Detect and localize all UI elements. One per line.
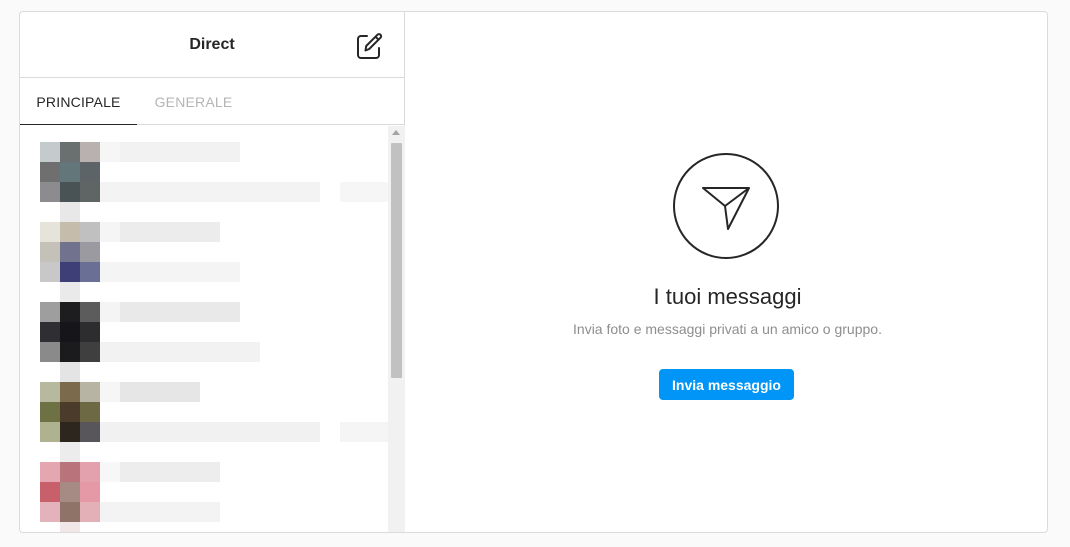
avatar-pixel xyxy=(60,362,80,382)
avatar-pixel xyxy=(40,322,60,342)
scroll-up-arrow-icon[interactable] xyxy=(392,130,400,135)
avatar-pixel xyxy=(80,262,100,282)
avatar-pixel xyxy=(80,242,100,262)
avatar-pixel xyxy=(80,322,100,342)
avatar xyxy=(40,222,100,282)
avatar-pixel xyxy=(40,342,60,362)
avatar xyxy=(40,142,100,202)
avatar-pixel xyxy=(60,502,80,522)
tab-generale[interactable]: GENERALE xyxy=(137,79,250,125)
avatar-pixel xyxy=(80,342,100,362)
conversation-item[interactable] xyxy=(20,222,388,302)
conversation-item[interactable] xyxy=(20,142,400,222)
avatar-pixel xyxy=(40,262,60,282)
avatar-pixel xyxy=(40,162,60,182)
edit-square-icon xyxy=(357,33,383,59)
redacted-name xyxy=(100,462,120,482)
avatar-pixel xyxy=(40,422,60,442)
redacted-preview xyxy=(100,262,240,282)
redacted-name xyxy=(120,462,220,482)
avatar-pixel xyxy=(60,222,80,242)
redacted-name xyxy=(120,382,200,402)
redacted-name xyxy=(100,142,120,162)
avatar-pixel xyxy=(80,162,100,182)
redacted-name xyxy=(100,302,120,322)
redacted-name xyxy=(100,222,120,242)
avatar-pixel xyxy=(60,422,80,442)
empty-state-title: I tuoi messaggi xyxy=(653,284,802,309)
avatar-pixel xyxy=(40,182,60,202)
avatar-pixel xyxy=(80,182,100,202)
avatar-pixel xyxy=(40,242,60,262)
redacted-name xyxy=(120,302,240,322)
avatar xyxy=(40,302,100,362)
avatar xyxy=(40,382,100,442)
avatar-pixel xyxy=(80,382,100,402)
avatar-pixel xyxy=(60,382,80,402)
scrollbar-thumb[interactable] xyxy=(391,143,402,378)
avatar-pixel xyxy=(60,162,80,182)
tab-principale[interactable]: PRINCIPALE xyxy=(20,79,137,125)
avatar xyxy=(40,462,100,522)
avatar-pixel xyxy=(40,462,60,482)
avatar-pixel xyxy=(60,482,80,502)
conversation-list xyxy=(20,126,405,532)
avatar-pixel xyxy=(60,182,80,202)
avatar-pixel xyxy=(60,522,80,532)
conversation-item[interactable] xyxy=(20,382,400,462)
conversation-panel: Direct PRINCIPALE GENERALE xyxy=(20,12,405,532)
new-message-button[interactable] xyxy=(354,31,384,61)
redacted-preview xyxy=(100,502,220,522)
avatar-pixel xyxy=(40,402,60,422)
message-panel: I tuoi messaggi Invia foto e messaggi pr… xyxy=(406,12,1047,532)
avatar-pixel xyxy=(60,402,80,422)
avatar-pixel xyxy=(80,502,100,522)
redacted-name xyxy=(120,222,220,242)
redacted-name xyxy=(120,142,240,162)
avatar-pixel xyxy=(60,462,80,482)
inbox-tabs: PRINCIPALE GENERALE xyxy=(20,79,404,125)
avatar-pixel xyxy=(40,222,60,242)
avatar-pixel xyxy=(80,222,100,242)
avatar-pixel xyxy=(60,242,80,262)
avatar-pixel xyxy=(60,302,80,322)
avatar-pixel xyxy=(40,142,60,162)
avatar-pixel xyxy=(40,382,60,402)
avatar-pixel xyxy=(60,342,80,362)
redacted-preview xyxy=(100,422,320,442)
avatar-pixel xyxy=(60,262,80,282)
conversation-item[interactable] xyxy=(20,462,388,532)
avatar-pixel xyxy=(60,322,80,342)
avatar-pixel xyxy=(40,482,60,502)
direct-inbox: Direct PRINCIPALE GENERALE I tuoi messag… xyxy=(19,11,1048,533)
redacted-preview xyxy=(100,342,260,362)
conversation-item[interactable] xyxy=(20,302,388,382)
empty-state-subtitle: Invia foto e messaggi privati a un amico… xyxy=(573,321,882,337)
inbox-title: Direct xyxy=(189,36,235,53)
avatar-pixel xyxy=(60,142,80,162)
avatar-pixel xyxy=(60,442,80,462)
redacted-name xyxy=(100,382,120,402)
send-message-button[interactable]: Invia messaggio xyxy=(659,369,794,400)
avatar-pixel xyxy=(80,142,100,162)
avatar-pixel xyxy=(80,462,100,482)
paper-plane-icon xyxy=(673,153,779,259)
avatar-pixel xyxy=(40,502,60,522)
conversation-scrollbar[interactable] xyxy=(388,126,405,532)
avatar-pixel xyxy=(40,302,60,322)
avatar-pixel xyxy=(80,422,100,442)
avatar-pixel xyxy=(60,282,80,302)
redacted-preview xyxy=(100,182,320,202)
avatar-pixel xyxy=(80,482,100,502)
avatar-pixel xyxy=(80,302,100,322)
inbox-header: Direct xyxy=(20,12,404,78)
avatar-pixel xyxy=(60,202,80,222)
avatar-pixel xyxy=(80,402,100,422)
